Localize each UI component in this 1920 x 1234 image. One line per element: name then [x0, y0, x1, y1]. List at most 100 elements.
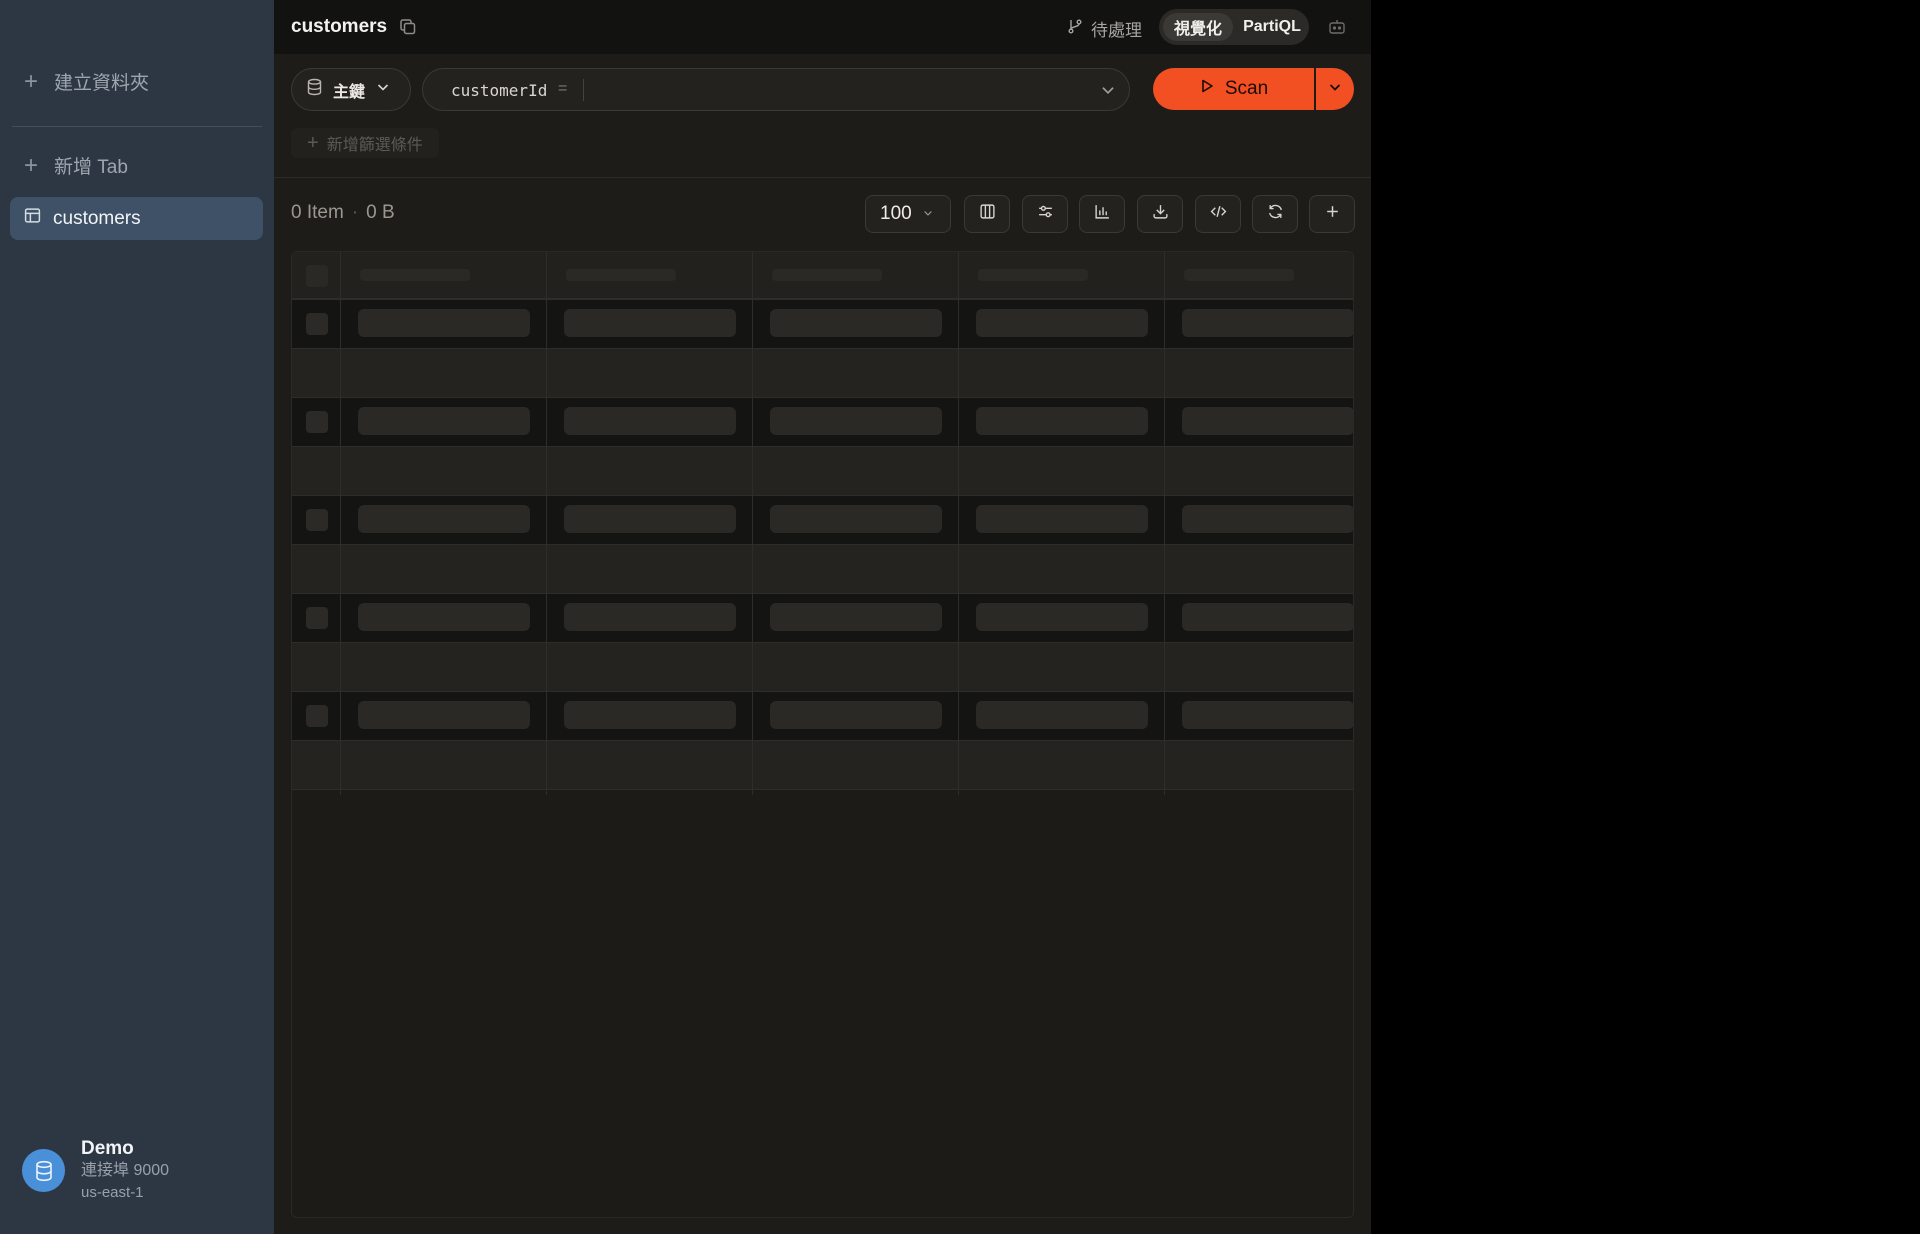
column-divider [1164, 252, 1165, 795]
table-row [292, 398, 1353, 447]
cell-skeleton [564, 309, 736, 337]
play-icon [1199, 78, 1215, 100]
pending-label: 待處理 [1091, 21, 1142, 40]
scan-label: Scan [1224, 78, 1269, 99]
row-checkbox-skeleton [306, 509, 328, 531]
code-button[interactable] [1195, 195, 1241, 233]
refresh-icon [1267, 203, 1284, 225]
new-tab-button[interactable]: + 新增 Tab [24, 152, 128, 179]
table-header [292, 252, 1353, 300]
download-icon [1152, 203, 1169, 225]
header-skeleton [772, 269, 882, 281]
table-row [292, 643, 1353, 692]
cell-skeleton [976, 603, 1148, 631]
table-row [292, 741, 1353, 790]
chevron-down-icon [375, 79, 391, 100]
connection-info[interactable]: Demo 連接埠 9000 us-east-1 [22, 1138, 169, 1204]
code-icon [1210, 203, 1227, 225]
cell-skeleton [1182, 309, 1353, 337]
cell-skeleton [358, 603, 530, 631]
cell-skeleton [1182, 603, 1353, 631]
chevron-down-icon[interactable] [1099, 81, 1117, 99]
columns-button[interactable] [964, 195, 1010, 233]
cell-skeleton [358, 407, 530, 435]
filter-settings-icon [1037, 203, 1054, 225]
column-divider [546, 252, 547, 795]
separator-dot: · [351, 202, 359, 223]
cell-skeleton [976, 701, 1148, 729]
row-checkbox-skeleton [306, 411, 328, 433]
chevron-down-icon [1327, 79, 1343, 100]
database-icon [306, 78, 323, 101]
pending-changes-button[interactable]: 待處理 [1067, 16, 1142, 41]
cell-skeleton [1182, 505, 1353, 533]
connection-port: 連接埠 9000 [81, 1162, 170, 1179]
cell-skeleton [358, 701, 530, 729]
results-table [291, 251, 1354, 1218]
copy-icon[interactable] [398, 17, 418, 37]
result-size: 0 B [366, 202, 395, 223]
chart-button[interactable] [1079, 195, 1125, 233]
plus-icon: + [307, 132, 319, 154]
main-panel: customers 待處理 視覺化 PartiQL 主鍵 customerId … [274, 0, 1371, 1234]
table-icon [24, 207, 41, 230]
cell-skeleton [770, 603, 942, 631]
connection-region: us-east-1 [81, 1184, 144, 1201]
plus-icon: + [24, 67, 39, 95]
new-folder-label: 建立資料夾 [54, 73, 150, 94]
cell-skeleton [564, 603, 736, 631]
bot-icon[interactable] [1327, 17, 1347, 37]
download-button[interactable] [1137, 195, 1183, 233]
table-row [292, 496, 1353, 545]
table-row [292, 447, 1353, 496]
new-tab-label: 新增 Tab [54, 157, 128, 178]
new-folder-button[interactable]: + 建立資料夾 [24, 68, 149, 95]
key-type-select[interactable]: 主鍵 [291, 68, 411, 111]
connection-name: Demo [81, 1138, 134, 1159]
cell-skeleton [1182, 407, 1353, 435]
page-size-select[interactable]: 100 [865, 195, 951, 233]
cell-skeleton [976, 505, 1148, 533]
sidebar: + 建立資料夾 + 新增 Tab customers Demo 連接埠 9000… [0, 0, 274, 1234]
sidebar-item-customers[interactable]: customers [10, 197, 263, 240]
header-skeleton [978, 269, 1088, 281]
divider [274, 177, 1371, 178]
scan-options-button[interactable] [1316, 68, 1354, 110]
tab-partiql[interactable]: PartiQL [1237, 13, 1307, 41]
key-attribute-label: customerId [451, 81, 548, 100]
cell-skeleton [358, 505, 530, 533]
plus-icon: + [24, 151, 39, 179]
git-branch-icon [1067, 18, 1083, 39]
cell-skeleton [770, 701, 942, 729]
add-item-button[interactable] [1309, 195, 1355, 233]
item-count: 0 Item [291, 202, 344, 223]
column-divider [958, 252, 959, 795]
cell-skeleton [976, 407, 1148, 435]
cell-skeleton [1182, 701, 1353, 729]
tab-visual[interactable]: 視覺化 [1163, 13, 1233, 41]
header-skeleton [360, 269, 470, 281]
table-row [292, 300, 1353, 349]
refresh-button[interactable] [1252, 195, 1298, 233]
add-filter-button[interactable]: + 新增篩選條件 [291, 128, 439, 158]
scan-button[interactable]: Scan [1153, 68, 1314, 110]
cell-skeleton [358, 309, 530, 337]
chart-icon [1094, 203, 1111, 225]
table-row [292, 349, 1353, 398]
chevron-down-icon [922, 203, 934, 225]
cell-skeleton [564, 505, 736, 533]
add-filter-label: 新增篩選條件 [326, 137, 423, 154]
page-size-value: 100 [880, 203, 912, 224]
partition-key-input[interactable]: customerId = [422, 68, 1130, 111]
filter-settings-button[interactable] [1022, 195, 1068, 233]
cell-skeleton [564, 407, 736, 435]
database-icon [22, 1149, 65, 1192]
cell-skeleton [564, 701, 736, 729]
top-bar: customers 待處理 視覺化 PartiQL [274, 0, 1371, 54]
page-title: customers [291, 16, 388, 37]
header-skeleton [566, 269, 676, 281]
header-checkbox-skeleton [306, 265, 328, 287]
row-checkbox-skeleton [306, 705, 328, 727]
sidebar-item-label: customers [53, 207, 141, 229]
key-type-label: 主鍵 [333, 83, 366, 101]
